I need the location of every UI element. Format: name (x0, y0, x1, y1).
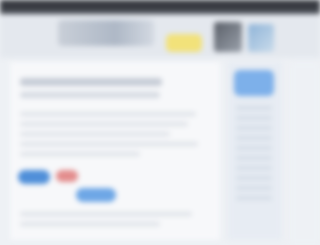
text-line (20, 222, 160, 226)
sidebar-line (236, 136, 272, 140)
text-line (20, 112, 196, 116)
sidebar-button[interactable] (234, 70, 274, 96)
secondary-button[interactable] (56, 170, 78, 182)
sidebar-line (236, 166, 272, 170)
sidebar-line (236, 156, 272, 160)
sidebar-line (236, 116, 272, 120)
sidebar-line (236, 146, 272, 150)
top-bar (0, 0, 320, 14)
sidebar-line (236, 196, 272, 200)
sidebar-line (236, 106, 272, 110)
header-image-icon (214, 22, 242, 52)
header-badge[interactable] (166, 34, 202, 52)
text-line (20, 132, 170, 136)
tertiary-button[interactable] (76, 188, 116, 202)
content-subheading-placeholder (20, 92, 160, 98)
sidebar-line (236, 126, 272, 130)
header-image-secondary-icon (248, 24, 274, 52)
text-line (20, 122, 188, 126)
sidebar-line (236, 176, 272, 180)
primary-button[interactable] (18, 170, 50, 184)
page (0, 0, 320, 245)
page-right-margin (290, 62, 320, 245)
sidebar-line (236, 186, 272, 190)
text-line (20, 152, 140, 156)
logo-text (62, 24, 150, 42)
content-heading-placeholder (20, 78, 162, 86)
text-line (20, 212, 192, 216)
blurred-page-content (0, 0, 320, 245)
text-line (20, 142, 198, 146)
